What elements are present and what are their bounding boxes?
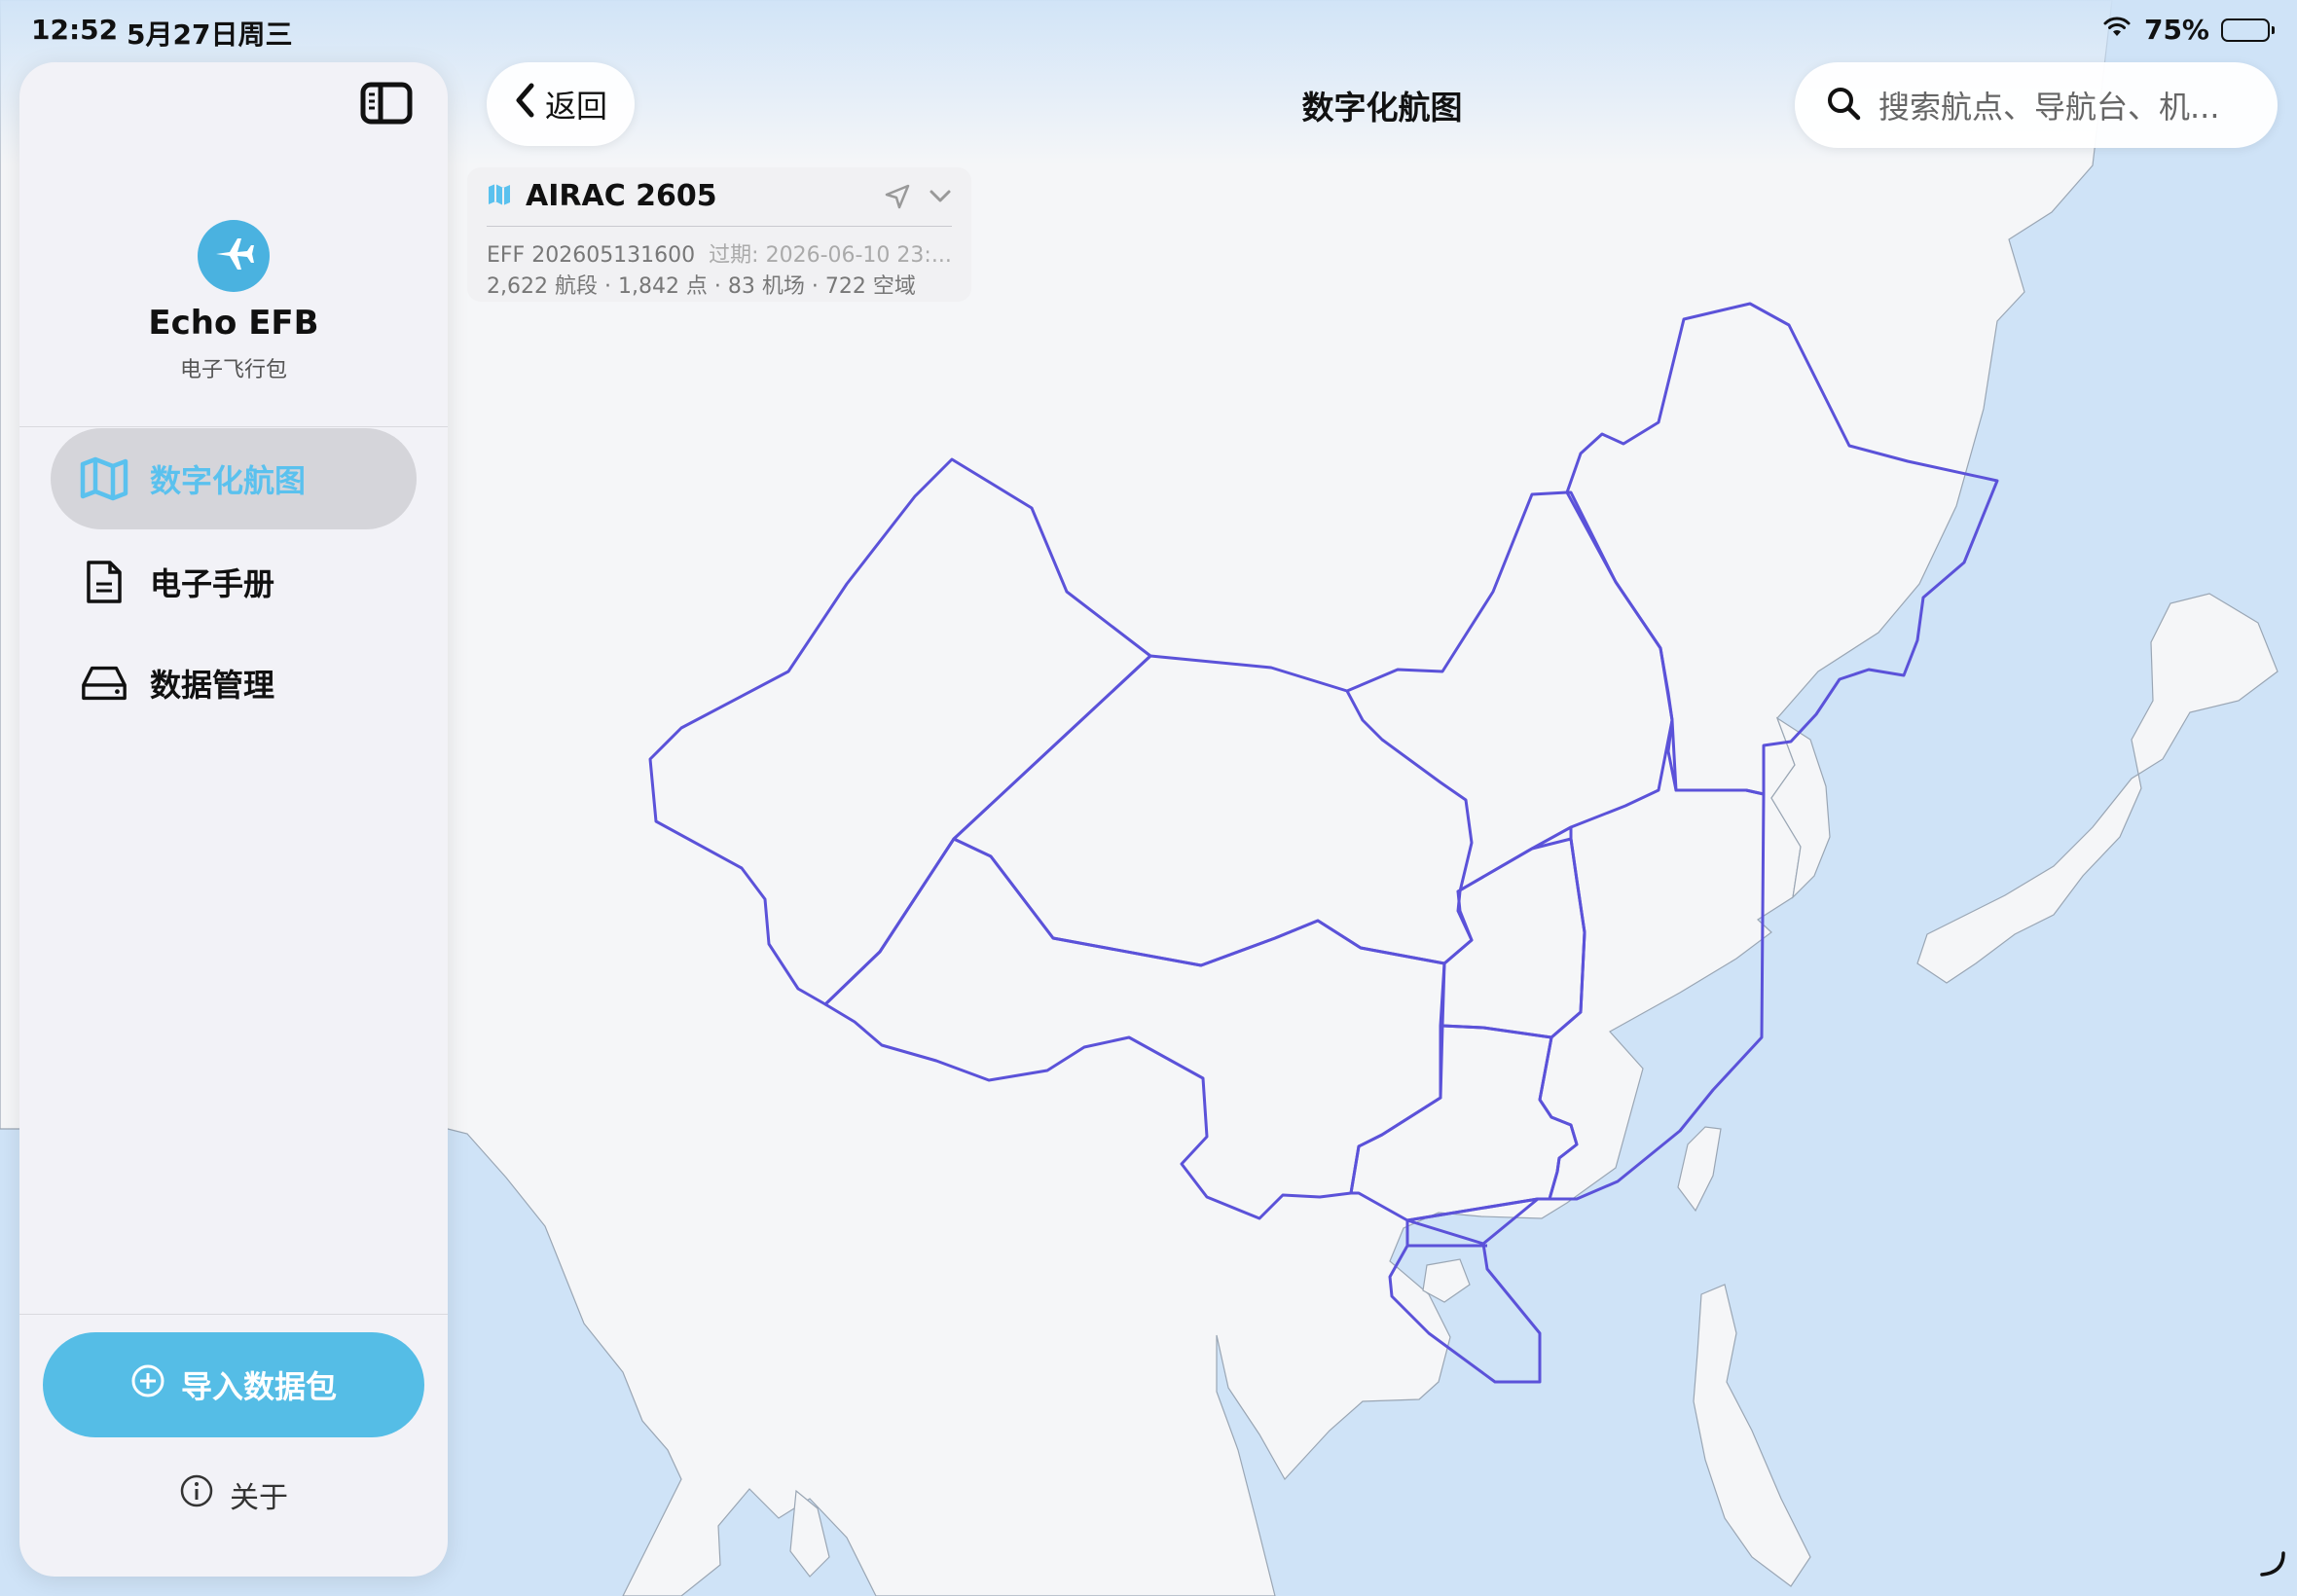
status-date: 5月27日周三 (127, 18, 293, 51)
divider (19, 426, 448, 427)
sidebar-item-charts[interactable]: 数字化航图 (51, 428, 417, 529)
chevron-down-icon[interactable] (929, 189, 952, 208)
airplane-icon (212, 233, 255, 279)
import-label: 导入数据包 (180, 1368, 337, 1405)
location-arrow-icon[interactable] (884, 183, 911, 214)
map-icon (80, 454, 128, 503)
airac-actions (884, 183, 952, 214)
back-label: 返回 (544, 88, 607, 125)
search-placeholder: 搜索航点、导航台、机... (1878, 89, 2220, 126)
sidebar-item-label: 电子手册 (150, 565, 275, 602)
sidebar-item-label: 数据管理 (150, 667, 275, 704)
about-button[interactable]: 关于 (19, 1466, 448, 1524)
chevron-left-icon (514, 83, 535, 126)
app-subtitle: 电子飞行包 (179, 358, 287, 382)
divider (487, 226, 952, 227)
wifi-icon (2101, 14, 2133, 46)
airac-validity: EFF 202605131600 过期: 2026-06-10 23:... (487, 237, 952, 269)
drive-icon (80, 659, 128, 707)
sidebar-item-label: 数字化航图 (150, 462, 307, 499)
app-name: Echo EFB (148, 304, 319, 343)
info-icon (179, 1473, 214, 1516)
page-title: 数字化航图 (1301, 89, 1463, 127)
airac-header: AIRAC 2605 (487, 179, 717, 213)
status-bar: 12:52 5月27日周三 75% (0, 0, 2297, 60)
battery-percent: 75% (2143, 14, 2209, 46)
search-icon (1826, 86, 1861, 125)
airac-expiry: 过期: 2026-06-10 23:... (709, 243, 952, 268)
divider (19, 1314, 448, 1315)
status-time: 12:52 (31, 14, 119, 46)
status-indicators: 75% (2101, 14, 2275, 46)
about-label: 关于 (230, 1481, 288, 1515)
resize-handle-icon[interactable] (2258, 1549, 2287, 1582)
search-input[interactable]: 搜索航点、导航台、机... (1795, 62, 2278, 148)
battery-icon (2221, 18, 2275, 42)
airac-effective: EFF 202605131600 (487, 243, 696, 268)
sidebar-item-manual[interactable]: 电子手册 (51, 531, 417, 633)
map-icon (487, 183, 512, 210)
airac-stats: 2,622 航段 · 1,842 点 · 83 机场 · 722 空域 (487, 274, 916, 299)
document-icon (80, 558, 128, 606)
sidebar-toggle-icon[interactable] (360, 82, 413, 125)
airac-info-card[interactable]: AIRAC 2605 EFF 202605131600 过期: 2026-06-… (467, 167, 971, 302)
airac-title: AIRAC 2605 (526, 179, 717, 213)
sidebar-item-data[interactable]: 数据管理 (51, 633, 417, 734)
plus-circle-icon (130, 1363, 165, 1406)
import-package-button[interactable]: 导入数据包 (43, 1332, 424, 1437)
sidebar: Echo EFB 电子飞行包 数字化航图 电子手册 数据管理 导入数据包 关于 (19, 62, 448, 1577)
app-logo (198, 220, 270, 292)
back-button[interactable]: 返回 (487, 62, 635, 146)
